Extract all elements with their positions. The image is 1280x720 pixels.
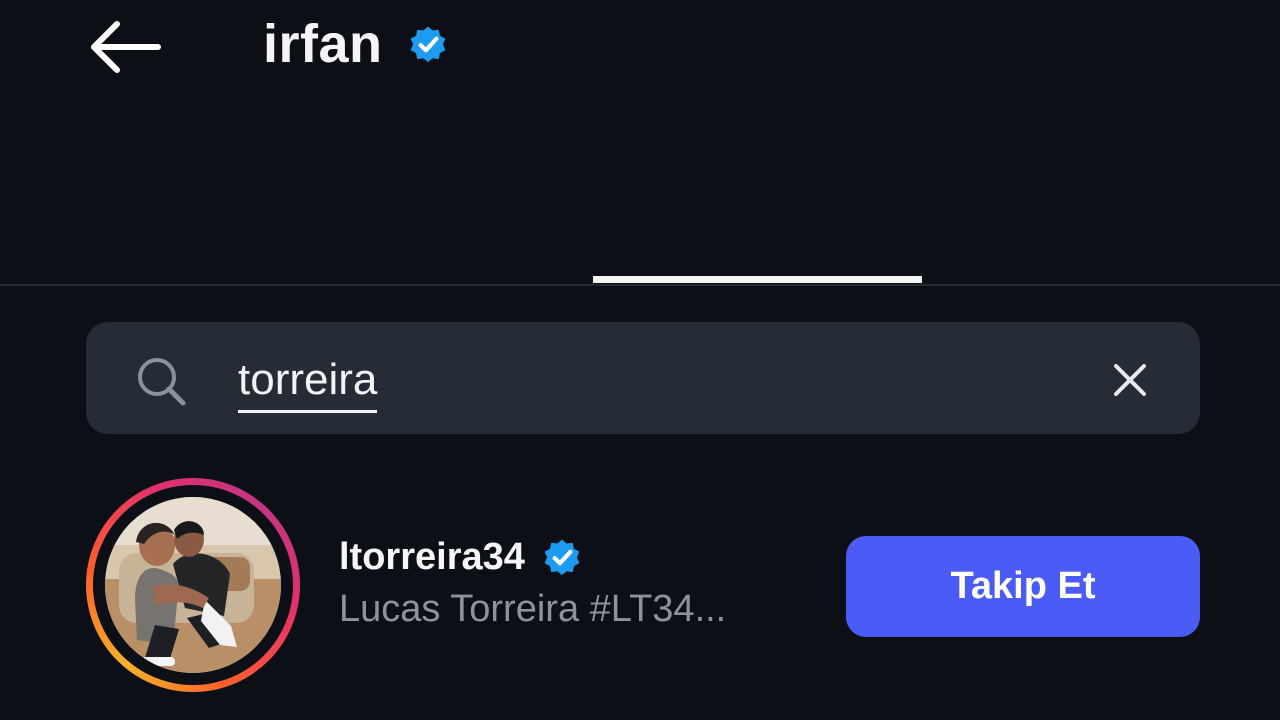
follow-button[interactable]: Takip Et: [846, 536, 1200, 637]
avatar[interactable]: [105, 497, 281, 673]
screen: irfan torreira ltorreira34 Lucas Torreir…: [0, 0, 1280, 720]
list-item[interactable]: ltorreira34 Lucas Torreira #LT34... Taki…: [86, 478, 1200, 698]
search-icon: [138, 358, 186, 406]
tab-divider: [0, 284, 1280, 286]
page-title: irfan: [263, 14, 383, 74]
header-title-container: irfan: [263, 8, 449, 80]
profile-photo-icon: [105, 497, 281, 673]
result-username-container: ltorreira34: [339, 532, 583, 582]
back-button[interactable]: [80, 15, 168, 79]
search-input[interactable]: torreira: [238, 350, 378, 413]
close-icon[interactable]: [1107, 357, 1153, 403]
active-tab-indicator: [593, 276, 922, 283]
verified-badge-icon: [544, 539, 580, 576]
verified-badge-icon: [410, 26, 445, 63]
result-username[interactable]: ltorreira34: [339, 536, 525, 579]
result-full-name: Lucas Torreira #LT34...: [339, 588, 727, 630]
arrow-left-icon: [91, 21, 161, 73]
